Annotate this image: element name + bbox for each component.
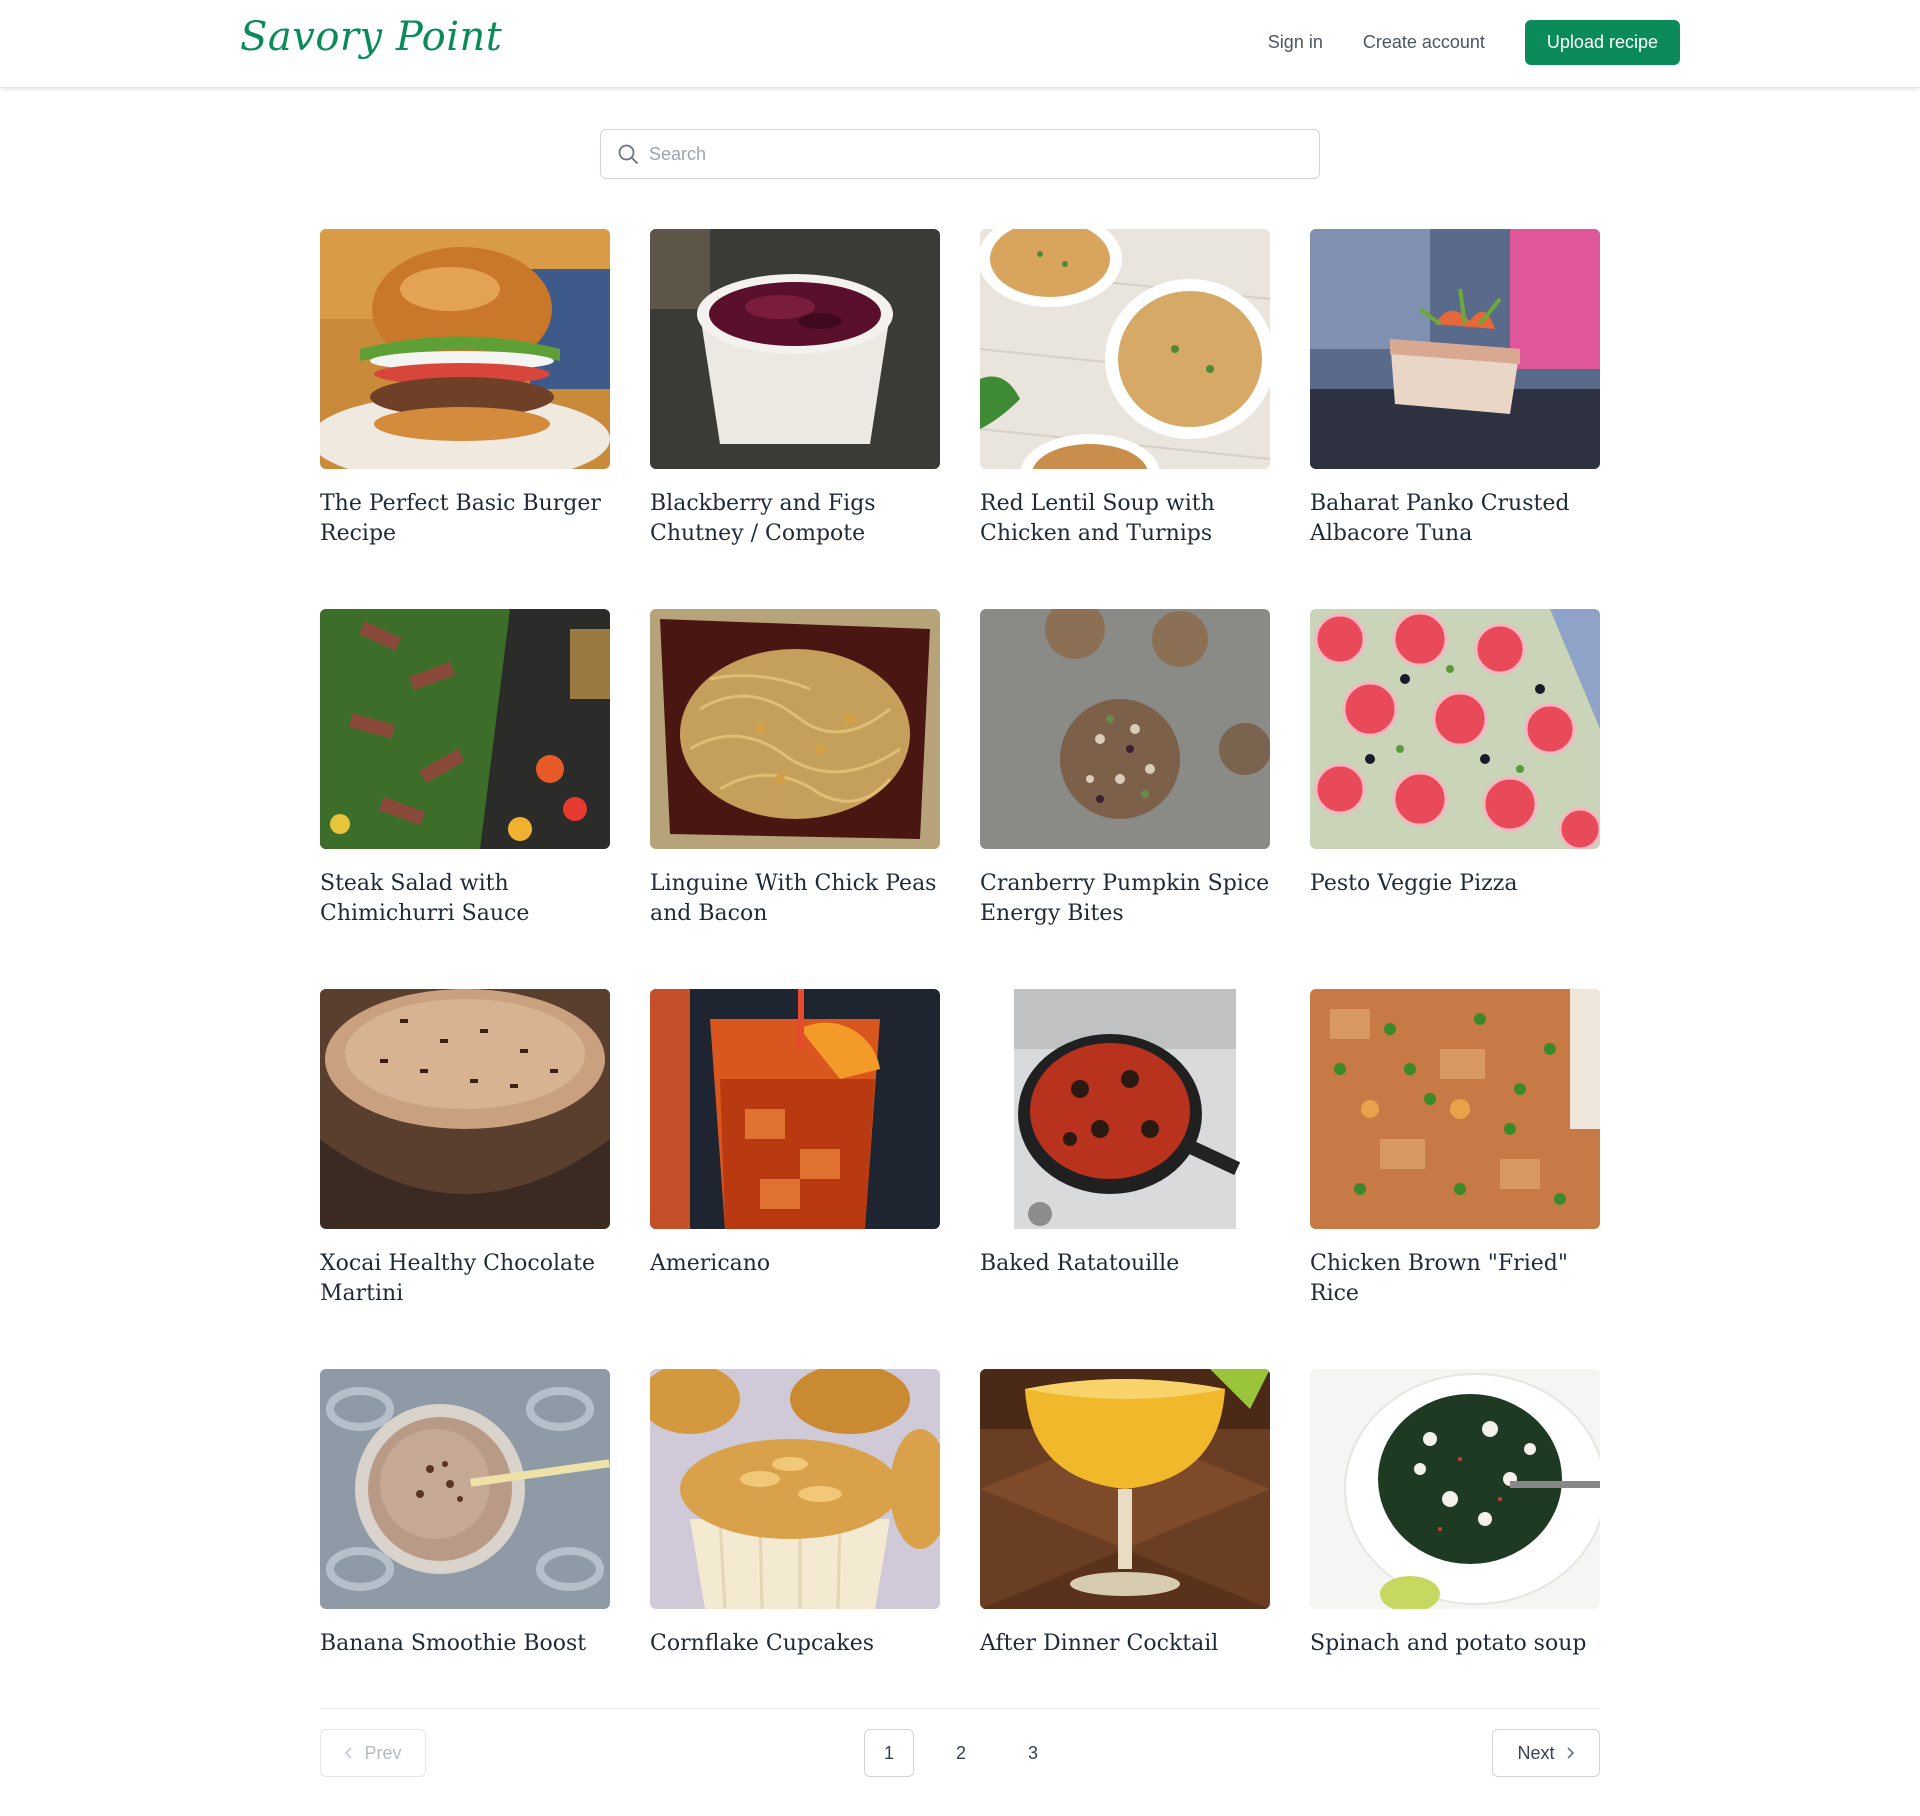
search-input[interactable] xyxy=(649,130,1309,178)
sign-in-link[interactable]: Sign in xyxy=(1268,32,1323,53)
recipe-image-americano-glass[interactable] xyxy=(650,989,940,1229)
recipe-card[interactable]: Spinach and potato soup xyxy=(1310,1369,1600,1749)
recipe-card[interactable]: Red Lentil Soup with Chicken and Turnips xyxy=(980,229,1270,609)
recipe-title[interactable]: Red Lentil Soup with Chicken and Turnips xyxy=(980,489,1270,549)
recipe-image-spinach-soup[interactable] xyxy=(1310,1369,1600,1609)
recipe-card[interactable]: The Perfect Basic Burger Recipe xyxy=(320,229,610,609)
recipe-title[interactable]: Linguine With Chick Peas and Bacon xyxy=(650,869,940,929)
recipe-card[interactable]: Chicken Brown "Fried" Rice xyxy=(1310,989,1600,1369)
page-1[interactable]: 1 xyxy=(864,1729,914,1777)
recipe-title[interactable]: Cornflake Cupcakes xyxy=(650,1629,940,1659)
search-box xyxy=(600,129,1320,179)
recipe-card[interactable]: Cornflake Cupcakes xyxy=(650,1369,940,1749)
recipe-title[interactable]: Banana Smoothie Boost xyxy=(320,1629,610,1659)
recipe-card[interactable]: Steak Salad with Chimichurri Sauce xyxy=(320,609,610,989)
prev-label: Prev xyxy=(364,1742,402,1763)
recipe-image-soup-bowls[interactable] xyxy=(980,229,1270,469)
next-label: Next xyxy=(1517,1742,1555,1763)
recipe-card[interactable]: Americano xyxy=(650,989,940,1369)
recipe-title[interactable]: Spinach and potato soup xyxy=(1310,1629,1600,1659)
recipe-image-fried-rice[interactable] xyxy=(1310,989,1600,1229)
recipe-image-energy-bites[interactable] xyxy=(980,609,1270,849)
recipe-image-martini[interactable] xyxy=(320,989,610,1229)
recipe-card[interactable]: Linguine With Chick Peas and Bacon xyxy=(650,609,940,989)
recipe-title[interactable]: The Perfect Basic Burger Recipe xyxy=(320,489,610,549)
recipe-image-skillet[interactable] xyxy=(980,989,1270,1229)
page-2[interactable]: 2 xyxy=(936,1729,986,1777)
upload-recipe-button[interactable]: Upload recipe xyxy=(1524,20,1680,65)
recipe-card[interactable]: Cranberry Pumpkin Spice Energy Bites xyxy=(980,609,1270,989)
recipe-title[interactable]: Baked Ratatouille xyxy=(980,1249,1270,1279)
recipe-title[interactable]: Xocai Healthy Chocolate Martini xyxy=(320,1249,610,1309)
brand-logo[interactable]: Savory Point xyxy=(240,14,502,60)
header-nav: Sign in Create account Upload recipe xyxy=(1268,20,1680,65)
pagination: Prev 1 2 3 Next xyxy=(320,1729,1600,1777)
recipe-card[interactable]: Pesto Veggie Pizza xyxy=(1310,609,1600,989)
recipe-image-pizza[interactable] xyxy=(1310,609,1600,849)
create-account-link[interactable]: Create account xyxy=(1363,32,1485,53)
recipe-image-cocktail[interactable] xyxy=(980,1369,1270,1609)
chevron-left-icon xyxy=(345,1747,353,1759)
recipe-card[interactable]: Xocai Healthy Chocolate Martini xyxy=(320,989,610,1369)
recipe-card[interactable]: Baharat Panko Crusted Albacore Tuna xyxy=(1310,229,1600,609)
recipe-image-linguine[interactable] xyxy=(650,609,940,849)
pagination-divider xyxy=(320,1708,1600,1709)
recipe-title[interactable]: After Dinner Cocktail xyxy=(980,1629,1270,1659)
recipe-title[interactable]: Pesto Veggie Pizza xyxy=(1310,869,1600,899)
recipe-title[interactable]: Steak Salad with Chimichurri Sauce xyxy=(320,869,610,929)
prev-button[interactable]: Prev xyxy=(320,1729,426,1777)
recipe-card[interactable]: Baked Ratatouille xyxy=(980,989,1270,1369)
chevron-right-icon xyxy=(1566,1747,1574,1759)
recipe-image-chutney-bowl[interactable] xyxy=(650,229,940,469)
recipe-grid: The Perfect Basic Burger Recipe Blackber… xyxy=(320,229,1600,1749)
recipe-image-steak-salad[interactable] xyxy=(320,609,610,849)
top-navbar: Savory Point Sign in Create account Uplo… xyxy=(0,0,1920,88)
recipe-card[interactable]: Blackberry and Figs Chutney / Compote xyxy=(650,229,940,609)
recipe-title[interactable]: Blackberry and Figs Chutney / Compote xyxy=(650,489,940,549)
next-button[interactable]: Next xyxy=(1492,1729,1600,1777)
recipe-image-smoothie[interactable] xyxy=(320,1369,610,1609)
recipe-title[interactable]: Chicken Brown "Fried" Rice xyxy=(1310,1249,1600,1309)
recipe-image-burger[interactable] xyxy=(320,229,610,469)
recipe-image-cupcakes[interactable] xyxy=(650,1369,940,1609)
search-icon xyxy=(618,144,638,164)
recipe-title[interactable]: Baharat Panko Crusted Albacore Tuna xyxy=(1310,489,1600,549)
recipe-title[interactable]: Cranberry Pumpkin Spice Energy Bites xyxy=(980,869,1270,929)
recipe-card[interactable]: Banana Smoothie Boost xyxy=(320,1369,610,1749)
page-numbers: 1 2 3 xyxy=(864,1729,1058,1777)
recipe-card[interactable]: After Dinner Cocktail xyxy=(980,1369,1270,1749)
recipe-title[interactable]: Americano xyxy=(650,1249,940,1279)
recipe-image-tuna[interactable] xyxy=(1310,229,1600,469)
page-3[interactable]: 3 xyxy=(1008,1729,1058,1777)
